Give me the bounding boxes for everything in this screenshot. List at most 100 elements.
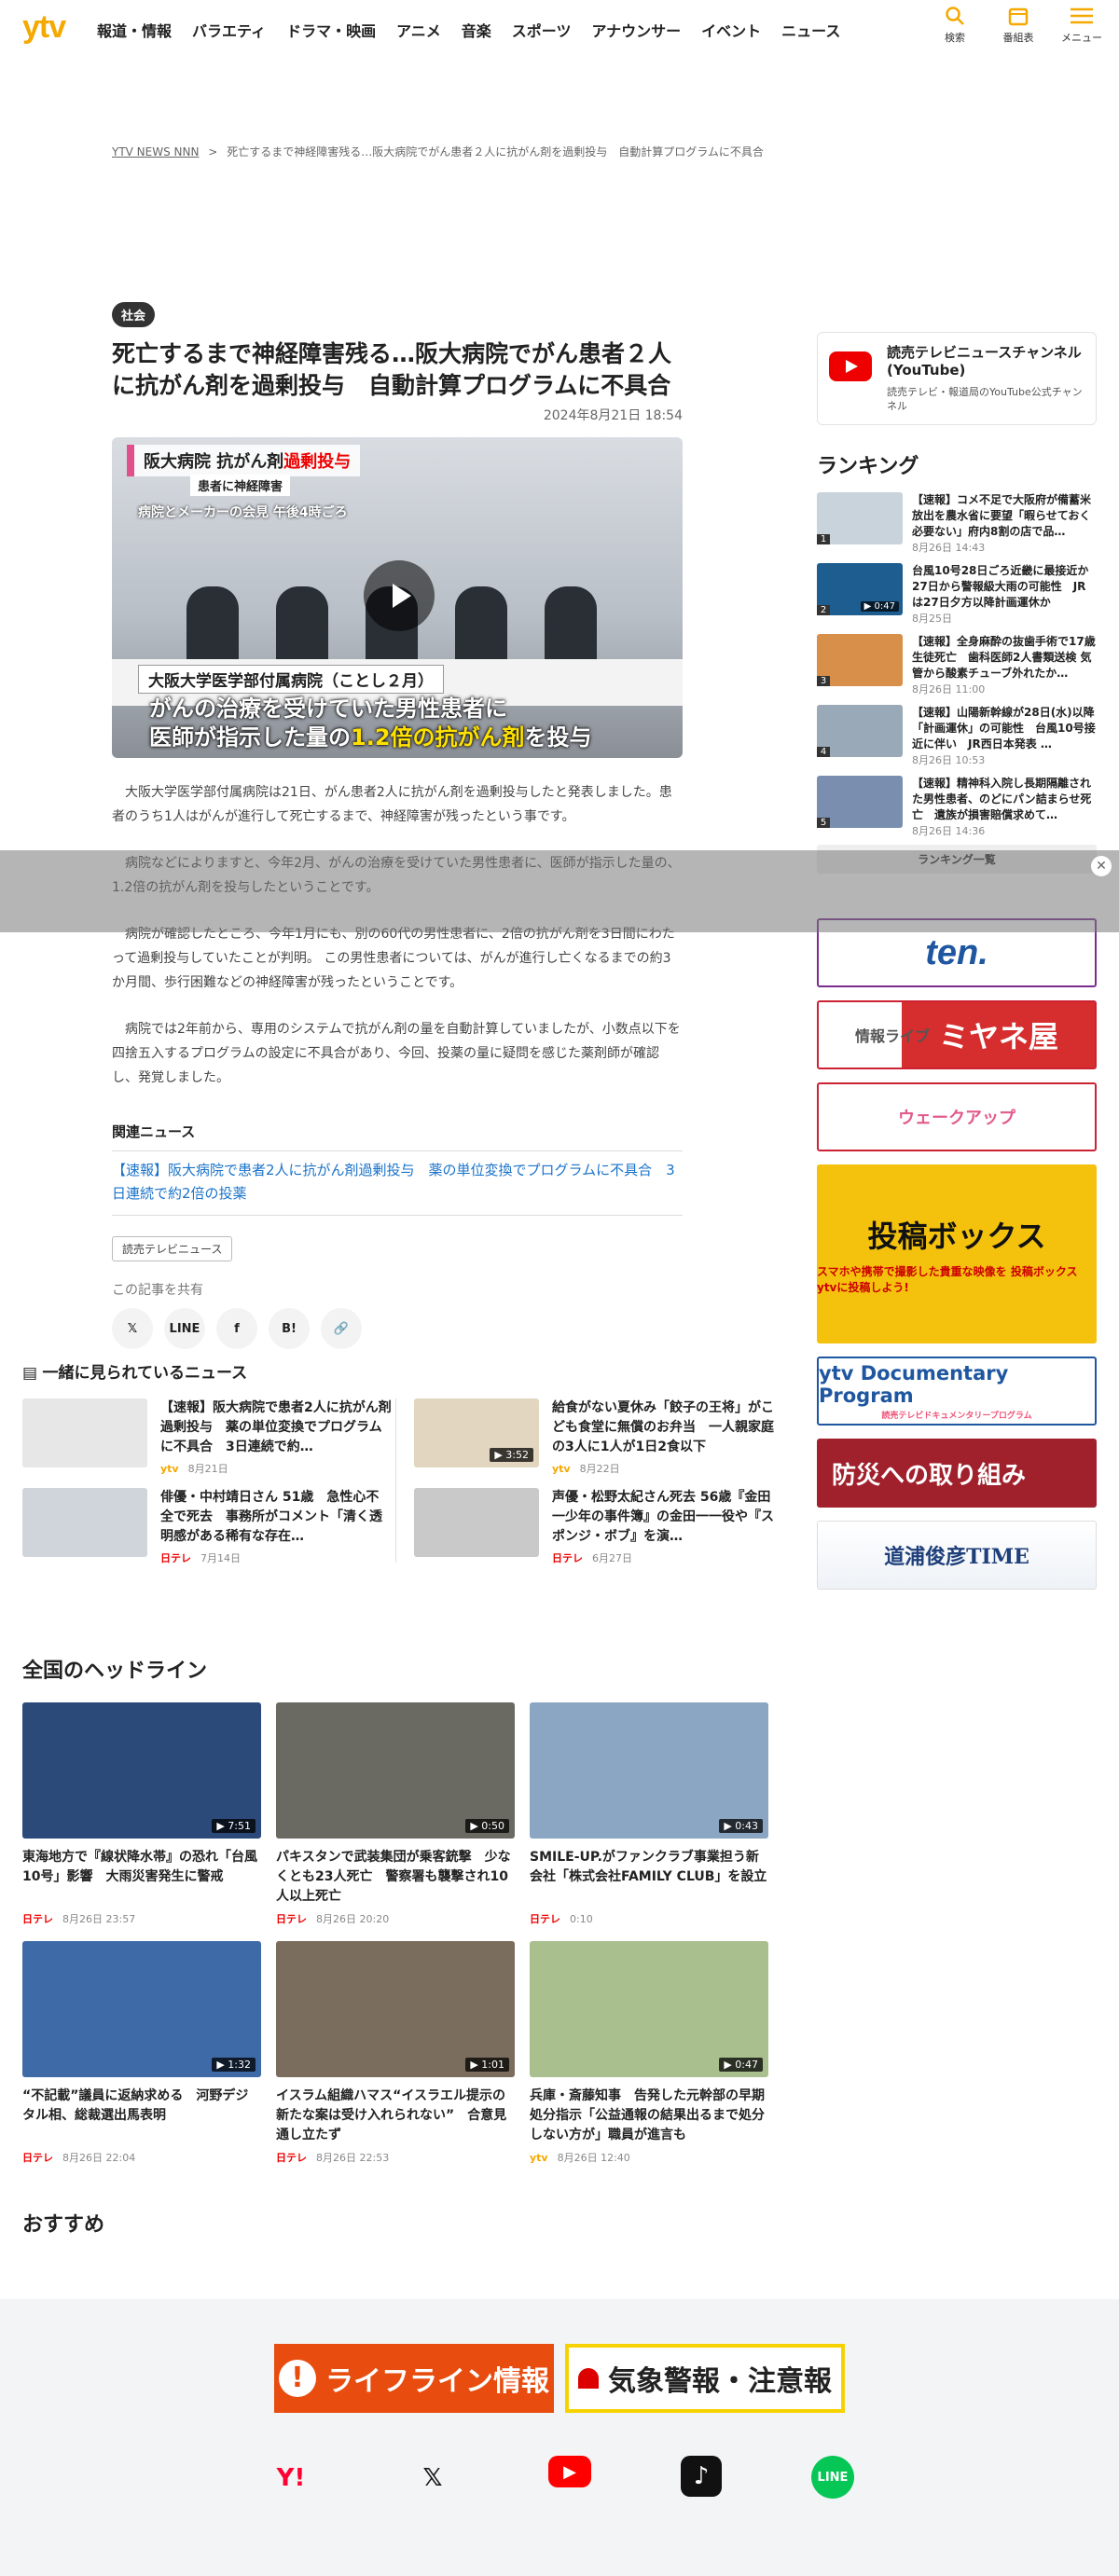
breadcrumb: YTV NEWS NNN > 死亡するまで神経障害残る…阪大病院でがん患者２人に… — [112, 144, 764, 159]
related-news-link[interactable]: 【速報】阪大病院で患者2人に抗がん剤過剰投与 薬の単位変換でプログラムに不具合 … — [112, 1151, 683, 1216]
breadcrumb-separator: > — [208, 145, 218, 158]
together-item[interactable]: 声優・松野太紀さん死去 56歳『金田一少年の事件簿』の金田一一役や『スポンジ・ボ… — [414, 1488, 783, 1564]
wakeup-banner[interactable]: ウェークアップ — [817, 1082, 1097, 1151]
ranking-item[interactable]: 1 【速報】コメ不足で大阪府が備蓄米放出を農水省に要望「暇らせておく必要ない」府内… — [817, 492, 1097, 554]
ranking-item[interactable]: 3 【速報】全身麻酔の抜歯手術で17歳生徒死亡 歯科医師2人書類送検 気管から酸素… — [817, 634, 1097, 696]
source-badge: 日テレ — [276, 2152, 307, 2164]
line-share-button[interactable]: LINE — [164, 1308, 205, 1349]
source-badge: ytv — [530, 2152, 548, 2164]
source-badge: 日テレ — [22, 1913, 53, 1925]
copy-link-button[interactable]: 🔗 — [321, 1308, 362, 1349]
ranking-number: 4 — [817, 747, 830, 757]
hatena-share-button[interactable]: B! — [269, 1308, 310, 1349]
nav-item[interactable]: ドラマ・映画 — [286, 19, 376, 41]
disaster-prevention-banner[interactable]: 防災への取り組み — [817, 1439, 1097, 1508]
video-headline: 阪大病院 抗がん剤過剰投与 — [127, 445, 361, 476]
video-duration: ▶ 0:47 — [860, 601, 899, 612]
headline-date: 8月26日 20:20 — [316, 1913, 390, 1925]
ranking-date: 8月26日 14:43 — [912, 542, 986, 554]
headline-card[interactable]: ▶ 1:01 イスラム組織ハマス“イスラエル提示の新たな案は受け入れられない” 合… — [276, 1941, 515, 2165]
video-headline-a: 阪大病院 抗がん剤 — [144, 452, 284, 472]
line-icon[interactable]: LINE — [811, 2456, 854, 2499]
ranking-text: 【速報】コメ不足で大阪府が備蓄米放出を農水省に要望「暇らせておく必要ない」府内8… — [912, 492, 1097, 554]
category-badge[interactable]: 社会 — [112, 302, 156, 327]
ranking-number: 2 — [817, 605, 830, 615]
together-item[interactable]: ▶ 3:52 給食がない夏休み「餃子の王将」がこども食堂に無償のお弁当 一人親家庭… — [414, 1398, 783, 1475]
x-share-button[interactable]: 𝕏 — [112, 1308, 153, 1349]
footer: ライフライン情報 気象警報・注意報 Y! 𝕏 ▶ ♪ LINE — [0, 2299, 1119, 2576]
headline-date: 8月26日 22:53 — [316, 2152, 390, 2164]
ranking-text: 【速報】精神科入院し長期隔離された男性患者、のどにパン詰まらせ死亡 遺族が損害賠… — [912, 776, 1097, 837]
play-button[interactable] — [364, 560, 435, 631]
headline-card[interactable]: ▶ 1:32 “不記載”議員に返納求める 河野デジタル相、総裁選出馬表明 日テレ 8月… — [22, 1941, 261, 2165]
lifeline-info-button[interactable]: ライフライン情報 — [274, 2344, 554, 2413]
article-tag[interactable]: 読売テレビニュース — [112, 1236, 233, 1261]
breadcrumb-current: 死亡するまで神経障害残る…阪大病院でがん患者２人に抗がん剤を過剰投与 自動計算プ… — [227, 145, 764, 158]
weather-warning-button[interactable]: 気象警報・注意報 — [565, 2344, 845, 2413]
headline-title: イスラム組織ハマス“イスラエル提示の新たな案は受け入れられない” 合意見通し立た… — [276, 2088, 507, 2142]
miyaneya-banner-prefix: 情報ライブ — [854, 1027, 930, 1045]
x-icon[interactable]: 𝕏 — [407, 2456, 459, 2500]
headline-card[interactable]: ▶ 0:47 兵庫・斎藤知事 告発した元幹部の早期処分指示「公益通報の結果出るまで… — [530, 1941, 768, 2165]
breadcrumb-home-link[interactable]: YTV NEWS NNN — [112, 145, 199, 158]
headline-meta: 日テレ 0:10 — [530, 1911, 768, 1926]
together-item[interactable]: 俳優・中村靖日さん 51歳 急性心不全で死去 事務所がコメント「清く透明感がある… — [22, 1488, 392, 1564]
menu-label: メニュー — [1061, 32, 1102, 44]
ranking-item[interactable]: 5 【速報】精神科入院し長期隔離された男性患者、のどにパン詰まらせ死亡 遺族が損害… — [817, 776, 1097, 837]
facebook-share-button[interactable]: f — [216, 1308, 257, 1349]
headline-title: “不記載”議員に返納求める 河野デジタル相、総裁選出馬表明 — [22, 2088, 249, 2123]
video-caption-line2: 医師が指示した量の1.2倍の抗がん剤を投与 — [149, 723, 592, 752]
yahoo-icon[interactable]: Y! — [265, 2456, 317, 2500]
headline-title: パキスタンで武装集団が乗客銃撃 少なくとも23人死亡 警察署も襲撃され10人以上… — [276, 1850, 511, 1904]
ranking-number: 1 — [817, 534, 830, 544]
together-text: 【速報】阪大病院で患者2人に抗がん剤過剰投与 薬の単位変換でプログラムに不具合 … — [160, 1398, 392, 1475]
nav-item[interactable]: バラエティ — [192, 19, 266, 41]
nav-item[interactable]: スポーツ — [512, 19, 572, 41]
youtube-channel-card[interactable]: 読売テレビニュースチャンネル (YouTube) 読売テレビ・報道局のYouTu… — [817, 332, 1097, 425]
article-paragraph: 大阪大学医学部付属病院は21日、がん患者2人に抗がん剤を過剰投与したと発表しまし… — [112, 785, 672, 824]
menu-icon[interactable]: メニュー — [1061, 6, 1102, 45]
tiktok-icon[interactable]: ♪ — [681, 2456, 722, 2497]
article-paragraph: 病院が確認したところ、今年1月にも、別の60代の男性患者に、2倍の抗がん剤を3日… — [112, 927, 675, 990]
nav-item[interactable]: ニュース — [781, 19, 840, 41]
article-video[interactable]: 阪大病院 抗がん剤過剰投与 患者に神経障害 病院とメーカーの会見 午後4時ごろ … — [112, 437, 683, 758]
miyaneya-banner[interactable]: 情報ライブ ミヤネ屋 — [817, 1000, 1097, 1069]
divider — [395, 1398, 396, 1563]
nav-item[interactable]: アニメ — [396, 19, 441, 41]
sidebar: 読売テレビニュースチャンネル (YouTube) 読売テレビ・報道局のYouTu… — [817, 332, 1100, 1590]
documentary-banner[interactable]: ytv Documentary Program 読売テレビドキュメンタリープログラ… — [817, 1357, 1097, 1426]
ranking-thumbnail: 2 ▶ 0:47 — [817, 563, 903, 615]
close-icon[interactable]: ✕ — [1091, 856, 1112, 876]
toko-box-banner[interactable]: 投稿ボックス スマホや携帯で撮影した貴重な映像を 投稿ボックスytvに投稿しよう! — [817, 1164, 1097, 1343]
headline-card[interactable]: ▶ 0:50 パキスタンで武装集団が乗客銃撃 少なくとも23人死亡 警察署も襲撃さ… — [276, 1702, 515, 1926]
article-title: 死亡するまで神経障害残る…阪大病院でがん患者２人に抗がん剤を過剰投与 自動計算プ… — [112, 340, 672, 399]
headline-thumbnail: ▶ 1:32 — [22, 1941, 261, 2077]
ranking-item[interactable]: 4 【速報】山陽新幹線が28日(水)以降「計画運休」の可能性 台風10号接近に伴い… — [817, 705, 1097, 766]
ranking-title: 【速報】山陽新幹線が28日(水)以降「計画運休」の可能性 台風10号接近に伴い … — [912, 706, 1096, 751]
search-icon[interactable]: 検索 — [934, 6, 975, 45]
ranking-number: 5 — [817, 818, 830, 828]
article-body: 大阪大学医学部付属病院は21日、がん患者2人に抗がん剤を過剰投与したと発表しまし… — [112, 780, 683, 1090]
headline-card[interactable]: ▶ 7:51 東海地方で『線状降水帯』の恐れ「台風10号」影響 大雨災害発生に警戒… — [22, 1702, 261, 1926]
ten-banner-label: ten. — [925, 932, 988, 972]
ad-overlay: ✕ — [0, 850, 1119, 932]
together-date: 6月27日 — [592, 1552, 632, 1564]
article-date: 2024年8月21日 18:54 — [543, 408, 683, 423]
nav-item[interactable]: アナウンサー — [591, 19, 681, 41]
together-item[interactable]: 【速報】阪大病院で患者2人に抗がん剤過剰投与 薬の単位変換でプログラムに不具合 … — [22, 1398, 392, 1475]
video-location: 大阪大学医学部付属病院（ことし２月） — [138, 665, 444, 694]
calendar-icon[interactable]: 番組表 — [998, 6, 1039, 45]
ytv-logo[interactable]: ytv — [22, 9, 66, 46]
nav-item[interactable]: 報道・情報 — [97, 19, 172, 41]
youtube-icon[interactable]: ▶ — [548, 2456, 591, 2487]
ranking-list: 1 【速報】コメ不足で大阪府が備蓄米放出を農水省に要望「暇らせておく必要ない」府内… — [817, 492, 1100, 837]
ranking-title: 台風10号28日ごろ近畿に最接近か 27日から警報級大雨の可能性 JRは27日夕… — [912, 564, 1100, 609]
source-badge: 日テレ — [552, 1552, 583, 1564]
ranking-item[interactable]: 2 ▶ 0:47 台風10号28日ごろ近畿に最接近か 27日から警報級大雨の可能性 … — [817, 563, 1100, 625]
michiura-time-banner[interactable]: 道浦俊彦TIME — [817, 1521, 1097, 1590]
ranking-thumbnail: 3 — [817, 634, 903, 686]
nav-item[interactable]: 音楽 — [462, 19, 491, 41]
headline-card[interactable]: ▶ 0:43 SMILE-UP.がファンクラブ事業担う新会社「株式会社FAMILY… — [530, 1702, 768, 1926]
nav-item[interactable]: イベント — [701, 19, 761, 41]
headline-thumbnail: ▶ 0:47 — [530, 1941, 768, 2077]
